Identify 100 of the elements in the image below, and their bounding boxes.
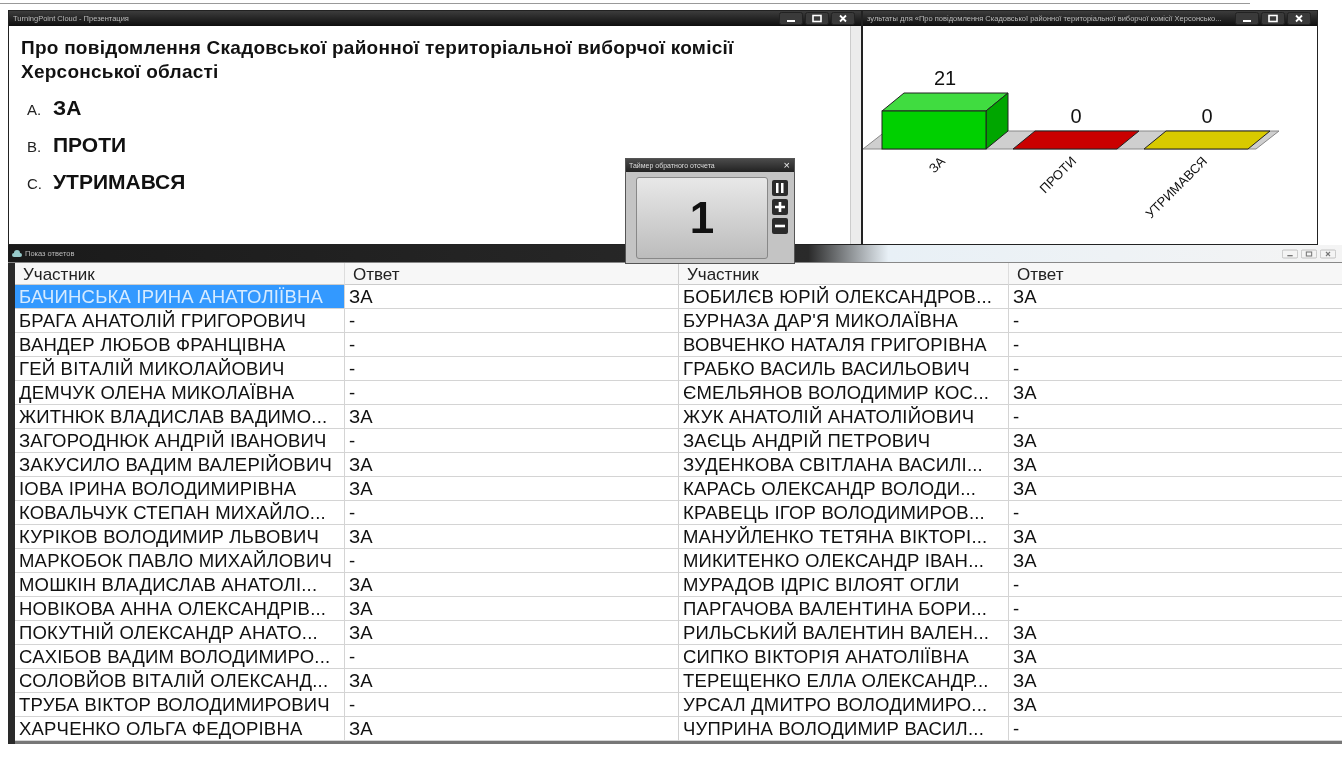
- table-cell: -: [345, 645, 678, 669]
- answer-option: ПРОТИ: [53, 133, 127, 157]
- question-text: Про повідомлення Скадовської районної територіальної виборчої комісії Херсонської області: [21, 36, 735, 84]
- close-icon[interactable]: [831, 12, 855, 25]
- table-cell: ЗА: [1009, 285, 1342, 309]
- countdown-button[interactable]: 1: [636, 177, 768, 259]
- table-cell[interactable]: СОЛОВЙОВ ВІТАЛІЙ ОЛЕКСАНД...: [15, 669, 345, 693]
- answer-option: ЗА: [53, 96, 82, 120]
- table-cell: ЗА: [1009, 669, 1342, 693]
- table-cell[interactable]: ПАРГАЧОВА ВАЛЕНТИНА БОРИ...: [679, 597, 1009, 621]
- minimize-icon[interactable]: [1235, 12, 1259, 25]
- plus-icon[interactable]: [772, 199, 788, 215]
- table-cell[interactable]: БУРНАЗА ДАР'Я МИКОЛАЇВНА: [679, 309, 1009, 333]
- close-icon[interactable]: [1287, 12, 1311, 25]
- table-cell: ЗА: [1009, 693, 1342, 717]
- minus-icon[interactable]: [772, 218, 788, 234]
- table-cell[interactable]: ЗАЄЦЬ АНДРІЙ ПЕТРОВИЧ: [679, 429, 1009, 453]
- table-cell: ЗА: [1009, 549, 1342, 573]
- table-cell[interactable]: МАРКОБОК ПАВЛО МИХАЙЛОВИЧ: [15, 549, 345, 573]
- table-cell[interactable]: ДЕМЧУК ОЛЕНА МИКОЛАЇВНА: [15, 381, 345, 405]
- table-cell[interactable]: САХІБОВ ВАДИМ ВОЛОДИМИРО...: [15, 645, 345, 669]
- answer-letter: C.: [27, 175, 43, 192]
- maximize-icon[interactable]: [805, 12, 829, 25]
- table-cell[interactable]: ЗАКУСИЛО ВАДИМ ВАЛЕРІЙОВИЧ: [15, 453, 345, 477]
- column-header[interactable]: Ответ: [345, 263, 678, 285]
- table-cell[interactable]: КАРАСЬ ОЛЕКСАНДР ВОЛОДИ...: [679, 477, 1009, 501]
- data-label: 0: [1201, 105, 1213, 127]
- answer-letter: A.: [27, 101, 43, 118]
- table-cell: ЗА: [345, 525, 678, 549]
- table-cell[interactable]: ВОВЧЕНКО НАТАЛЯ ГРИГОРІВНА: [679, 333, 1009, 357]
- table-cell[interactable]: ЖУК АНАТОЛІЙ АНАТОЛІЙОВИЧ: [679, 405, 1009, 429]
- table-cell[interactable]: МАНУЙЛЕНКО ТЕТЯНА ВІКТОРІ...: [679, 525, 1009, 549]
- close-button[interactable]: ×: [783, 160, 790, 171]
- table-cell[interactable]: ЖИТНЮК ВЛАДИСЛАВ ВАДИМО...: [15, 405, 345, 429]
- table-cell[interactable]: НОВІКОВА АННА ОЛЕКСАНДРІВ...: [15, 597, 345, 621]
- table-cell: -: [345, 549, 678, 573]
- table-cell: ЗА: [1009, 621, 1342, 645]
- table-cell[interactable]: РИЛЬСЬКИЙ ВАЛЕНТИН ВАЛЕН...: [679, 621, 1009, 645]
- table-cell: -: [1009, 717, 1342, 741]
- table-cell[interactable]: БОБИЛЄВ ЮРІЙ ОЛЕКСАНДРОВ...: [679, 285, 1009, 309]
- table-cell: -: [345, 309, 678, 333]
- table-cell[interactable]: ЗУДЕНКОВА СВІТЛАНА ВАСИЛІ...: [679, 453, 1009, 477]
- table-cell: ЗА: [1009, 525, 1342, 549]
- scrollbar[interactable]: [850, 26, 861, 244]
- pause-icon[interactable]: [772, 180, 788, 196]
- table-cell: -: [345, 333, 678, 357]
- table-cell[interactable]: МИКИТЕНКО ОЛЕКСАНДР ІВАН...: [679, 549, 1009, 573]
- table-cell[interactable]: КОВАЛЬЧУК СТЕПАН МИХАЙЛО...: [15, 501, 345, 525]
- table-cell[interactable]: ГРАБКО ВАСИЛЬ ВАСИЛЬОВИЧ: [679, 357, 1009, 381]
- table-cell: ЗА: [345, 621, 678, 645]
- table-cell: ЗА: [345, 285, 678, 309]
- column-header[interactable]: Ответ: [1009, 263, 1342, 285]
- table-cell: ЗА: [1009, 477, 1342, 501]
- axis-label: ЗА: [925, 153, 949, 176]
- table-cell[interactable]: КРАВЕЦЬ ІГОР ВОЛОДИМИРОВ...: [679, 501, 1009, 525]
- table-cell: -: [1009, 597, 1342, 621]
- table-cell[interactable]: УРСАЛ ДМИТРО ВОЛОДИМИРО...: [679, 693, 1009, 717]
- table-cell: ЗА: [1009, 429, 1342, 453]
- table-cell: ЗА: [345, 717, 678, 741]
- table-cell[interactable]: СИПКО ВІКТОРІЯ АНАТОЛІЇВНА: [679, 645, 1009, 669]
- table-cell: ЗА: [1009, 453, 1342, 477]
- table-cell: -: [345, 501, 678, 525]
- table-cell: -: [1009, 309, 1342, 333]
- cloud-icon: [12, 250, 22, 257]
- maximize-icon[interactable]: [1261, 12, 1285, 25]
- table-cell: ЗА: [1009, 645, 1342, 669]
- table-cell[interactable]: ТРУБА ВІКТОР ВОЛОДИМИРОВИЧ: [15, 693, 345, 717]
- answer-option: УТРИМАВСЯ: [53, 170, 186, 194]
- table-cell[interactable]: КУРІКОВ ВОЛОДИМИР ЛЬВОВИЧ: [15, 525, 345, 549]
- table-cell: -: [1009, 405, 1342, 429]
- table-cell[interactable]: ХАРЧЕНКО ОЛЬГА ФЕДОРІВНА: [15, 717, 345, 741]
- table-cell[interactable]: ЗАГОРОДНЮК АНДРІЙ ІВАНОВИЧ: [15, 429, 345, 453]
- table-cell: -: [345, 429, 678, 453]
- column-header[interactable]: Участник: [679, 263, 1009, 285]
- table-cell: ЗА: [345, 453, 678, 477]
- table-cell[interactable]: ТЕРЕЩЕНКО ЕЛЛА ОЛЕКСАНДР...: [679, 669, 1009, 693]
- table-cell: ЗА: [345, 669, 678, 693]
- answer-letter: B.: [27, 138, 43, 155]
- table-cell: -: [1009, 501, 1342, 525]
- table-cell[interactable]: ГЕЙ ВІТАЛІЙ МИКОЛАЙОВИЧ: [15, 357, 345, 381]
- table-cell[interactable]: ЧУПРИНА ВОЛОДИМИР ВАСИЛ...: [679, 717, 1009, 741]
- table-cell: -: [345, 693, 678, 717]
- table-cell[interactable]: ІОВА ІРИНА ВОЛОДИМИРІВНА: [15, 477, 345, 501]
- table-cell: ЗА: [345, 573, 678, 597]
- table-cell: ЗА: [1009, 381, 1342, 405]
- table-cell[interactable]: ВАНДЕР ЛЮБОВ ФРАНЦІВНА: [15, 333, 345, 357]
- table-cell[interactable]: МУРАДОВ ІДРІС ВІЛОЯТ ОГЛИ: [679, 573, 1009, 597]
- minimize-icon[interactable]: [779, 12, 803, 25]
- table-cell[interactable]: МОШКІН ВЛАДИСЛАВ АНАТОЛІ...: [15, 573, 345, 597]
- column-header[interactable]: Участник: [15, 263, 345, 285]
- table-cell[interactable]: ПОКУТНІЙ ОЛЕКСАНДР АНАТО...: [15, 621, 345, 645]
- table-cell: -: [1009, 573, 1342, 597]
- table-cell[interactable]: БРАГА АНАТОЛІЙ ГРИГОРОВИЧ: [15, 309, 345, 333]
- table-cell: ЗА: [345, 597, 678, 621]
- data-label: 0: [1070, 105, 1082, 127]
- table-cell: -: [1009, 333, 1342, 357]
- table-cell: -: [1009, 357, 1342, 381]
- table-cell: -: [345, 357, 678, 381]
- table-cell[interactable]: ЄМЕЛЬЯНОВ ВОЛОДИМИР КОС...: [679, 381, 1009, 405]
- data-label: 21: [933, 67, 957, 89]
